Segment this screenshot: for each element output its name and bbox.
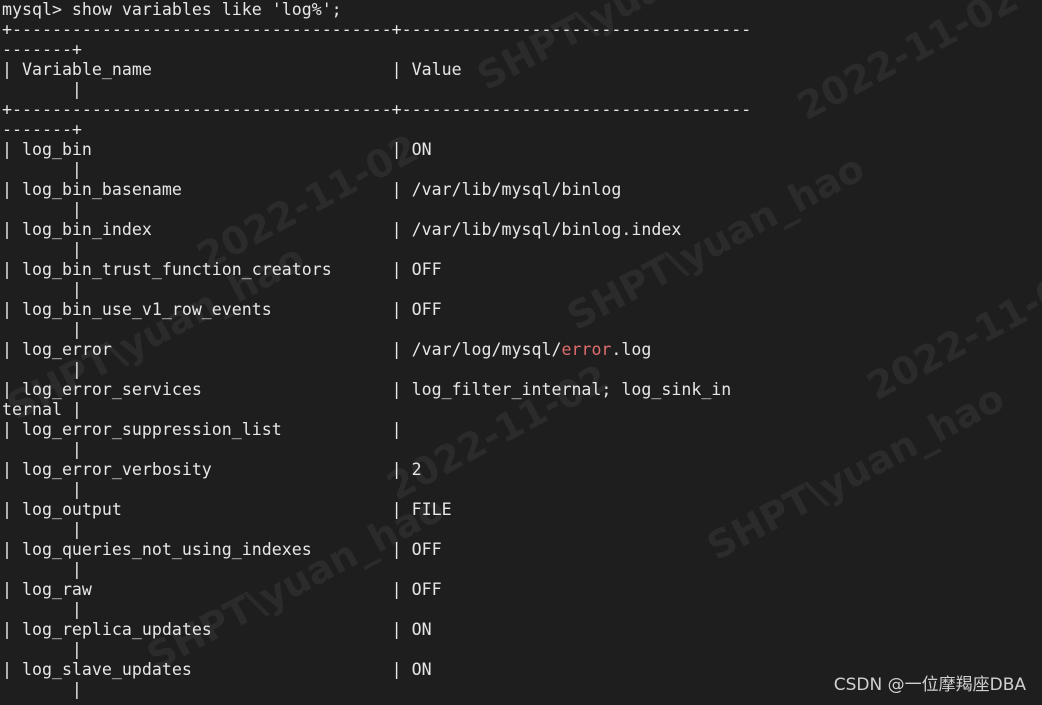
terminal-line: |	[2, 520, 751, 540]
terminal-line: |	[2, 200, 751, 220]
terminal-text: | log_bin | ON	[2, 140, 432, 159]
terminal-text: |	[2, 680, 82, 699]
terminal-line: -------+	[2, 120, 751, 140]
terminal-text: |	[2, 520, 82, 539]
terminal-line: |	[2, 320, 751, 340]
terminal-text: -------+	[2, 120, 82, 139]
terminal-line: |	[2, 440, 751, 460]
terminal-text: | log_error_services | log_filter_intern…	[2, 380, 732, 399]
terminal-text: |	[2, 640, 82, 659]
terminal-text: +--------------------------------------+…	[2, 100, 752, 119]
terminal-text: .log	[611, 340, 652, 359]
terminal-line: |	[2, 160, 751, 180]
terminal-line: | log_raw | OFF	[2, 580, 751, 600]
terminal-line: |	[2, 560, 751, 580]
terminal-text: ternal |	[2, 400, 82, 419]
terminal-text: |	[2, 360, 82, 379]
terminal-line: | Variable_name | Value	[2, 60, 751, 80]
terminal-line: |	[2, 600, 751, 620]
terminal-line: mysql> show variables like 'log%';	[2, 0, 751, 20]
terminal-text: +--------------------------------------+…	[2, 20, 752, 39]
terminal-line: |	[2, 680, 751, 700]
terminal-text: | log_error | /var/log/mysql/	[2, 340, 562, 359]
terminal-text: mysql> show variables like 'log%';	[2, 0, 342, 19]
terminal-line: |	[2, 80, 751, 100]
highlighted-text: error	[561, 340, 612, 359]
terminal-line: | log_bin_use_v1_row_events | OFF	[2, 300, 751, 320]
terminal-text: -------+	[2, 40, 82, 59]
terminal-line: |	[2, 640, 751, 660]
terminal-text: | log_raw | OFF	[2, 580, 442, 599]
terminal-line: | log_error_services | log_filter_intern…	[2, 380, 751, 400]
terminal-text: | log_queries_not_using_indexes | OFF	[2, 540, 442, 559]
terminal-text: | log_bin_trust_function_creators | OFF	[2, 260, 442, 279]
terminal-line: | log_bin | ON	[2, 140, 751, 160]
terminal-line: | log_error_verbosity | 2	[2, 460, 751, 480]
terminal-text: |	[2, 440, 82, 459]
terminal-line: | log_bin_trust_function_creators | OFF	[2, 260, 751, 280]
terminal-text: |	[2, 320, 82, 339]
terminal-line: | log_error | /var/log/mysql/error.log	[2, 340, 751, 360]
terminal-text: |	[2, 280, 82, 299]
terminal-text: | log_bin_use_v1_row_events | OFF	[2, 300, 442, 319]
terminal-text: | log_replica_updates | ON	[2, 620, 432, 639]
terminal-text: |	[2, 160, 82, 179]
terminal-line: | log_bin_basename | /var/lib/mysql/binl…	[2, 180, 751, 200]
terminal-line: | log_output | FILE	[2, 500, 751, 520]
terminal-line: | log_slave_updates | ON	[2, 660, 751, 680]
terminal-line: | log_replica_updates | ON	[2, 620, 751, 640]
terminal-line: | log_error_suppression_list |	[2, 420, 751, 440]
terminal-text: | Variable_name | Value	[2, 60, 462, 79]
watermark-date: 2022-11-02	[860, 255, 1042, 409]
terminal-text: | log_error_verbosity | 2	[2, 460, 422, 479]
terminal-text: |	[2, 240, 82, 259]
terminal-text: | log_bin_index | /var/lib/mysql/binlog.…	[2, 220, 682, 239]
terminal-text: | log_bin_basename | /var/lib/mysql/binl…	[2, 180, 622, 199]
terminal-line: |	[2, 240, 751, 260]
terminal-line: |	[2, 280, 751, 300]
terminal-line: | log_queries_not_using_indexes | OFF	[2, 540, 751, 560]
terminal-text: | log_error_suppression_list |	[2, 420, 402, 439]
csdn-credit: CSDN @一位摩羯座DBA	[833, 675, 1026, 695]
terminal-line: +--------------------------------------+…	[2, 100, 751, 120]
terminal-line: +--------------------------------------+…	[2, 20, 751, 40]
terminal-text: |	[2, 560, 82, 579]
terminal-text: | log_output | FILE	[2, 500, 452, 519]
terminal-line: |	[2, 360, 751, 380]
terminal-text: | log_slave_updates | ON	[2, 660, 432, 679]
terminal-text: |	[2, 480, 82, 499]
terminal-line: |	[2, 480, 751, 500]
terminal-line: -------+	[2, 40, 751, 60]
terminal-output[interactable]: mysql> show variables like 'log%'; +-----…	[2, 0, 751, 700]
terminal-text: |	[2, 200, 82, 219]
terminal-text: |	[2, 80, 82, 99]
terminal-window[interactable]: SHPT\yuan_hao 2022-11-02 2022-11-02 SHPT…	[0, 0, 1042, 705]
terminal-line: ternal |	[2, 400, 751, 420]
watermark-date: 2022-11-02	[790, 0, 1026, 129]
terminal-line: | log_bin_index | /var/lib/mysql/binlog.…	[2, 220, 751, 240]
terminal-text: |	[2, 600, 82, 619]
